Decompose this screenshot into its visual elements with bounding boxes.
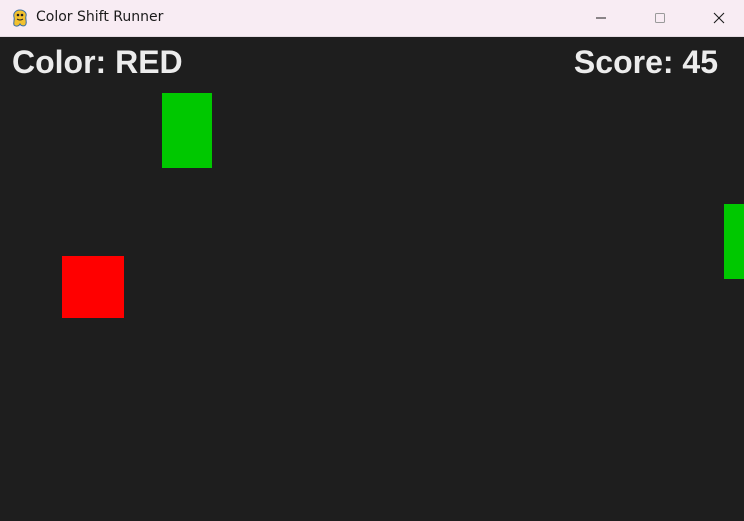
game-canvas[interactable]: Color: RED Score: 45: [0, 37, 744, 521]
current-color-label: Color: RED: [12, 44, 183, 80]
close-button[interactable]: [696, 0, 742, 36]
score-label: Score: 45: [573, 44, 718, 80]
maximize-button[interactable]: [637, 0, 683, 36]
minimize-button[interactable]: [578, 0, 624, 36]
close-icon: [713, 12, 725, 24]
maximize-icon: [655, 13, 665, 23]
title-bar[interactable]: Color Shift Runner: [0, 0, 744, 37]
pygame-snake-icon: [13, 9, 27, 27]
obstacle-block: [724, 204, 744, 279]
game-window: Color Shift Runner Color: RED Score: 45: [0, 0, 744, 521]
player-block: [62, 256, 124, 318]
minimize-icon: [596, 17, 606, 19]
window-title: Color Shift Runner: [36, 9, 164, 25]
obstacle-block: [162, 93, 212, 168]
